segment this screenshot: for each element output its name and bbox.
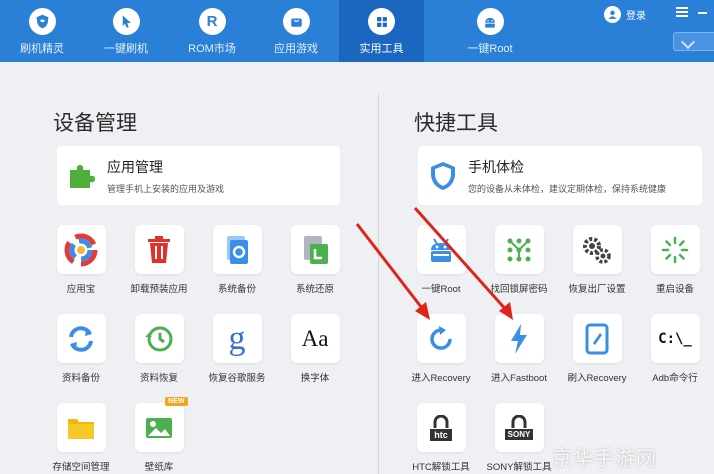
annotation-arrows	[355, 207, 513, 320]
annotation-arrow-fastboot	[413, 207, 513, 320]
watermark: 京华手游网	[552, 446, 657, 470]
annotation-arrow-recovery	[355, 223, 430, 320]
